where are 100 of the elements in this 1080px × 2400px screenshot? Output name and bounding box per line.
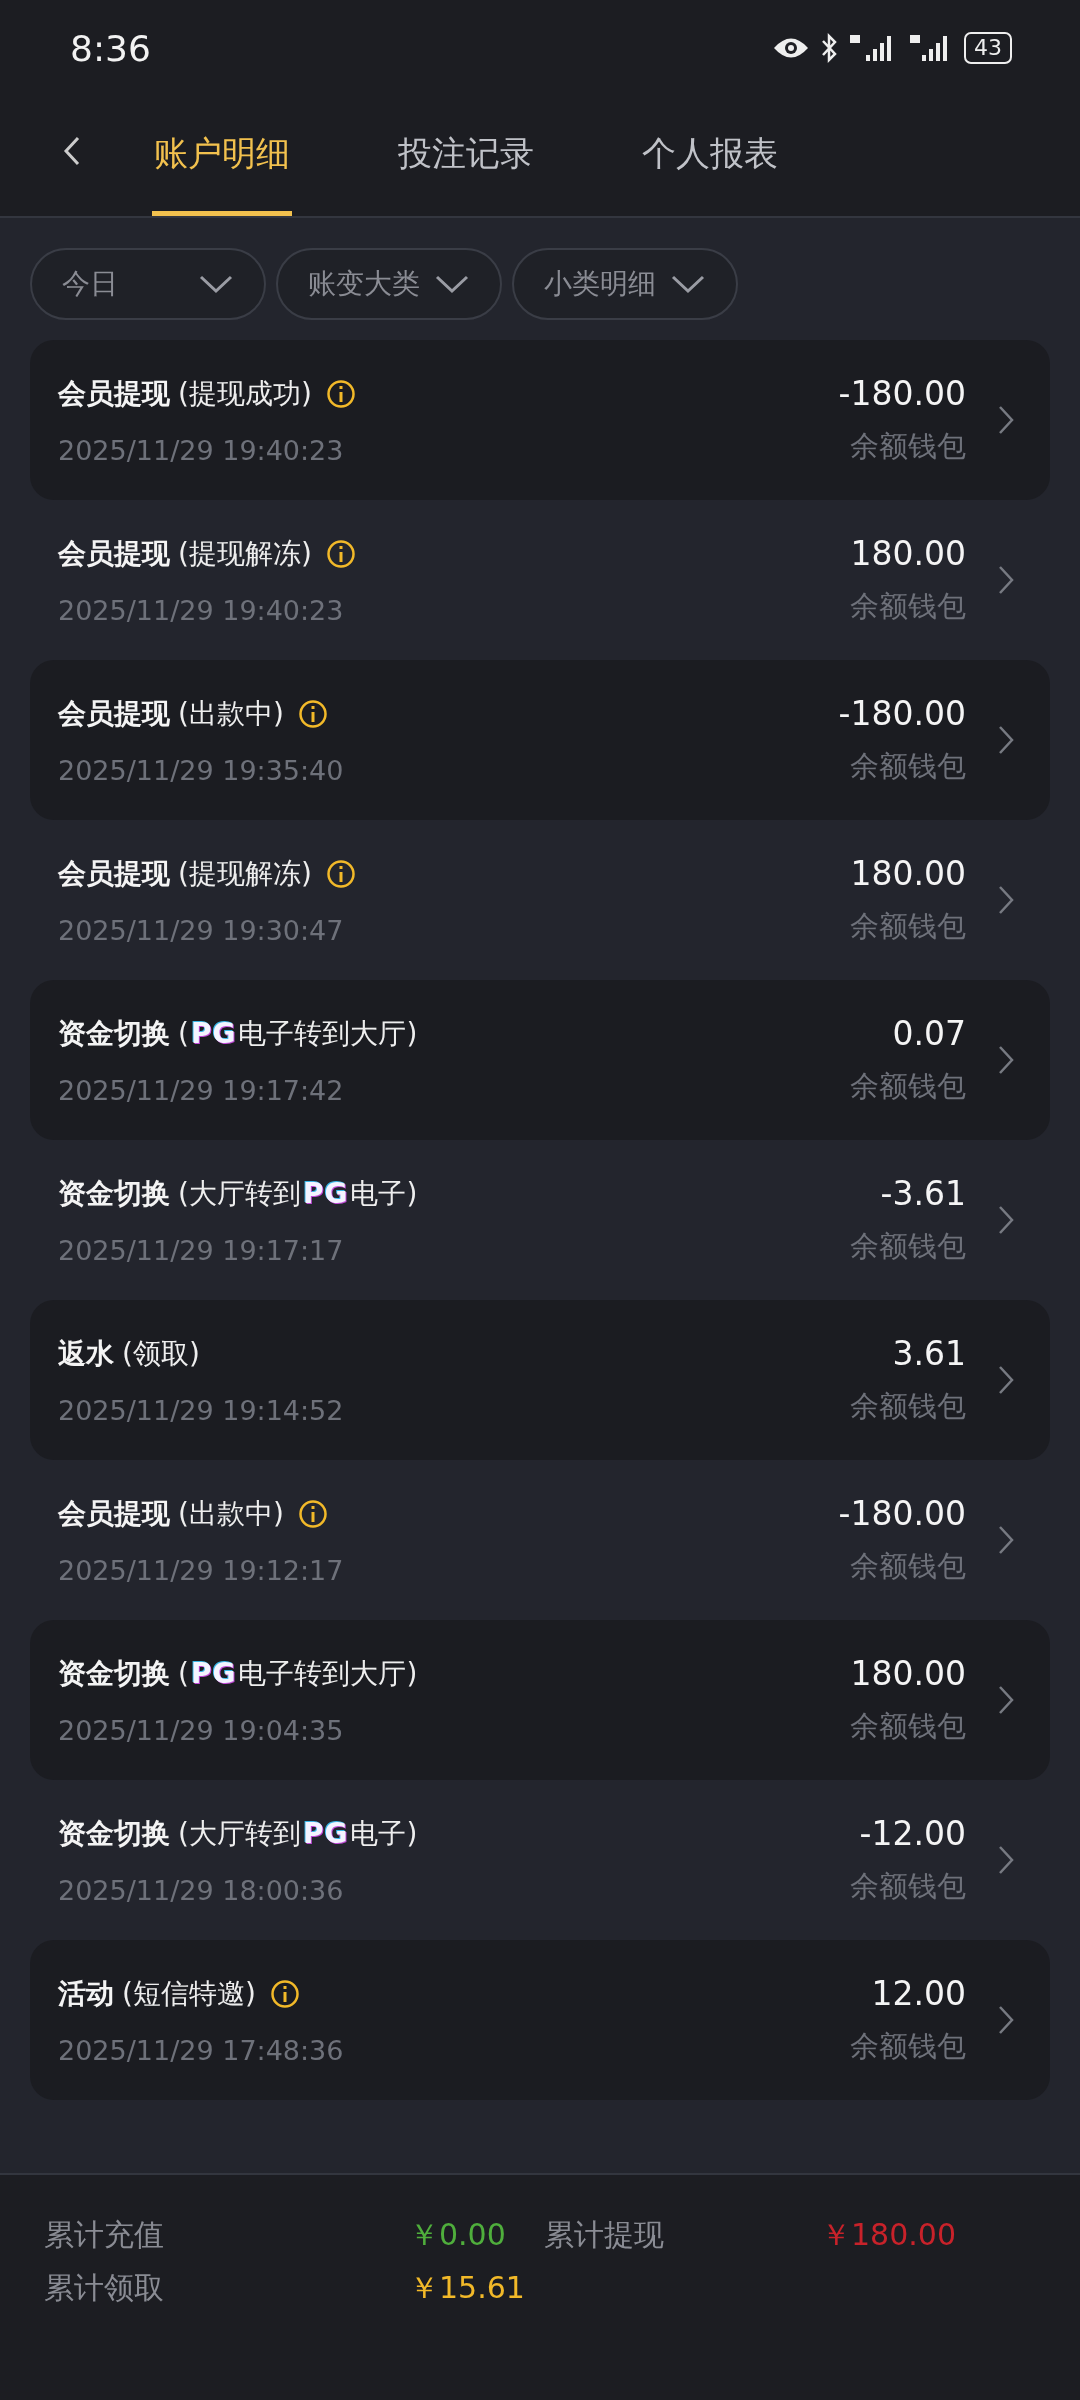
wallet-label: 余额钱包 (850, 1067, 966, 1105)
record-amount: 0.07 (892, 1013, 966, 1053)
record-amount: 180.00 (850, 533, 966, 573)
record-detail: (大厅转到 (178, 1175, 301, 1212)
wallet-label: 余额钱包 (850, 1227, 966, 1265)
wallet-label: 余额钱包 (850, 747, 966, 785)
record-detail: (提现解冻) (178, 855, 312, 892)
record-title: 资金切换 (58, 1175, 170, 1212)
record-title: 返水 (58, 1335, 114, 1372)
summary-value: ￥15.61 (409, 2269, 525, 2307)
record-time: 2025/11/29 19:14:52 (58, 1394, 345, 1426)
record-row[interactable]: 资金切换 (PG 电子转到大厅) 2025/11/29 19:17:42 0.07 余额钱包 (30, 980, 1050, 1140)
back-icon[interactable] (62, 135, 82, 167)
chevron-right-icon (998, 1525, 1014, 1555)
status-time: 8:36 (70, 27, 151, 69)
brand-logo: PG (190, 1657, 237, 1690)
record-time: 2025/11/29 19:04:35 (58, 1714, 345, 1746)
record-detail: (领取) (122, 1335, 200, 1372)
chevron-right-icon (998, 885, 1014, 915)
record-row[interactable]: 资金切换 (大厅转到 PG 电子) 2025/11/29 19:17:17 -3.61 余额钱包 (30, 1140, 1050, 1300)
brand-logo: PG (302, 1817, 349, 1850)
record-amount: 180.00 (850, 853, 966, 893)
record-detail: (短信特邀) (122, 1975, 256, 2012)
record-row[interactable]: 资金切换 (PG 电子转到大厅) 2025/11/29 19:04:35 180.00 余额钱包 (30, 1620, 1050, 1780)
record-row[interactable]: 会员提现 (提现成功) 2025/11/29 19:40:23 -180.00 余额钱包 (30, 340, 1050, 500)
info-icon[interactable] (269, 1978, 300, 2009)
filter-dropdown[interactable]: 账变大类 (276, 248, 502, 320)
chevron-down-icon (198, 274, 234, 294)
summary-label: 累计领取 (44, 2269, 165, 2307)
info-icon[interactable] (325, 378, 356, 409)
brand-logo: PG (190, 1017, 237, 1050)
wallet-label: 余额钱包 (850, 427, 966, 465)
wallet-label: 余额钱包 (850, 1867, 966, 1905)
record-row[interactable]: 资金切换 (大厅转到 PG 电子) 2025/11/29 18:00:36 -12.00 余额钱包 (30, 1780, 1050, 1940)
chevron-right-icon (998, 1685, 1014, 1715)
summary-label: 累计充值 (44, 2216, 165, 2254)
chevron-right-icon (998, 1845, 1014, 1875)
record-title: 资金切换 (58, 1815, 170, 1852)
record-amount: -180.00 (838, 1493, 966, 1533)
info-icon[interactable] (297, 1498, 328, 1529)
record-row[interactable]: 活动 (短信特邀) 2025/11/29 17:48:36 12.00 余额钱包 (30, 1940, 1050, 2100)
record-time: 2025/11/29 18:00:36 (58, 1874, 345, 1906)
record-title: 会员提现 (58, 695, 170, 732)
record-amount: -180.00 (838, 373, 966, 413)
tab[interactable]: 账户明细 (152, 96, 292, 216)
chevron-right-icon (998, 1365, 1014, 1395)
record-detail: ( (178, 1017, 189, 1050)
summary-label: 累计提现 (544, 2216, 665, 2254)
record-time: 2025/11/29 17:48:36 (58, 2034, 345, 2066)
record-detail: 电子转到大厅) (238, 1015, 418, 1052)
record-title: 会员提现 (58, 535, 170, 572)
record-amount: -12.00 (859, 1813, 966, 1853)
record-time: 2025/11/29 19:40:23 (58, 434, 345, 466)
record-time: 2025/11/29 19:30:47 (58, 914, 345, 946)
bluetooth-icon (820, 33, 838, 63)
record-title: 资金切换 (58, 1015, 170, 1052)
record-detail: (大厅转到 (178, 1815, 301, 1852)
record-detail: 电子) (350, 1175, 418, 1212)
battery-indicator: 43 (964, 32, 1012, 64)
chevron-right-icon (998, 1045, 1014, 1075)
record-detail: (出款中) (178, 695, 284, 732)
chevron-right-icon (998, 1205, 1014, 1235)
record-detail: (提现解冻) (178, 535, 312, 572)
filter-dropdown[interactable]: 小类明细 (512, 248, 738, 320)
record-row[interactable]: 会员提现 (出款中) 2025/11/29 19:12:17 -180.00 余额钱包 (30, 1460, 1050, 1620)
record-title: 会员提现 (58, 855, 170, 892)
record-amount: 12.00 (871, 1973, 966, 2013)
record-amount: 3.61 (892, 1333, 966, 1373)
record-detail: 电子) (350, 1815, 418, 1852)
wallet-label: 余额钱包 (850, 1547, 966, 1585)
record-row[interactable]: 返水 (领取) 2025/11/29 19:14:52 3.61 余额钱包 (30, 1300, 1050, 1460)
chevron-right-icon (998, 725, 1014, 755)
record-time: 2025/11/29 19:17:42 (58, 1074, 345, 1106)
tab[interactable]: 个人报表 (640, 96, 780, 216)
record-detail: ( (178, 1657, 189, 1690)
chevron-right-icon (998, 2005, 1014, 2035)
record-row[interactable]: 会员提现 (提现解冻) 2025/11/29 19:30:47 180.00 余额钱包 (30, 820, 1050, 980)
wallet-label: 余额钱包 (850, 907, 966, 945)
record-detail: (提现成功) (178, 375, 312, 412)
chevron-down-icon (434, 274, 470, 294)
info-icon[interactable] (297, 698, 328, 729)
record-title: 活动 (58, 1975, 114, 2012)
summary-value: ￥0.00 (409, 2216, 506, 2254)
chevron-right-icon (998, 405, 1014, 435)
record-time: 2025/11/29 19:17:17 (58, 1234, 345, 1266)
record-time: 2025/11/29 19:35:40 (58, 754, 345, 786)
wallet-label: 余额钱包 (850, 2027, 966, 2065)
info-icon[interactable] (325, 858, 356, 889)
filter-dropdown[interactable]: 今日 (30, 248, 266, 320)
record-title: 会员提现 (58, 1495, 170, 1532)
record-amount: 180.00 (850, 1653, 966, 1693)
record-row[interactable]: 会员提现 (提现解冻) 2025/11/29 19:40:23 180.00 余额钱包 (30, 500, 1050, 660)
wallet-label: 余额钱包 (850, 1707, 966, 1745)
record-amount: -3.61 (880, 1173, 966, 1213)
chevron-right-icon (998, 565, 1014, 595)
record-row[interactable]: 会员提现 (出款中) 2025/11/29 19:35:40 -180.00 余额钱包 (30, 660, 1050, 820)
tab[interactable]: 投注记录 (396, 96, 536, 216)
info-icon[interactable] (325, 538, 356, 569)
chevron-down-icon (670, 274, 706, 294)
record-title: 会员提现 (58, 375, 170, 412)
